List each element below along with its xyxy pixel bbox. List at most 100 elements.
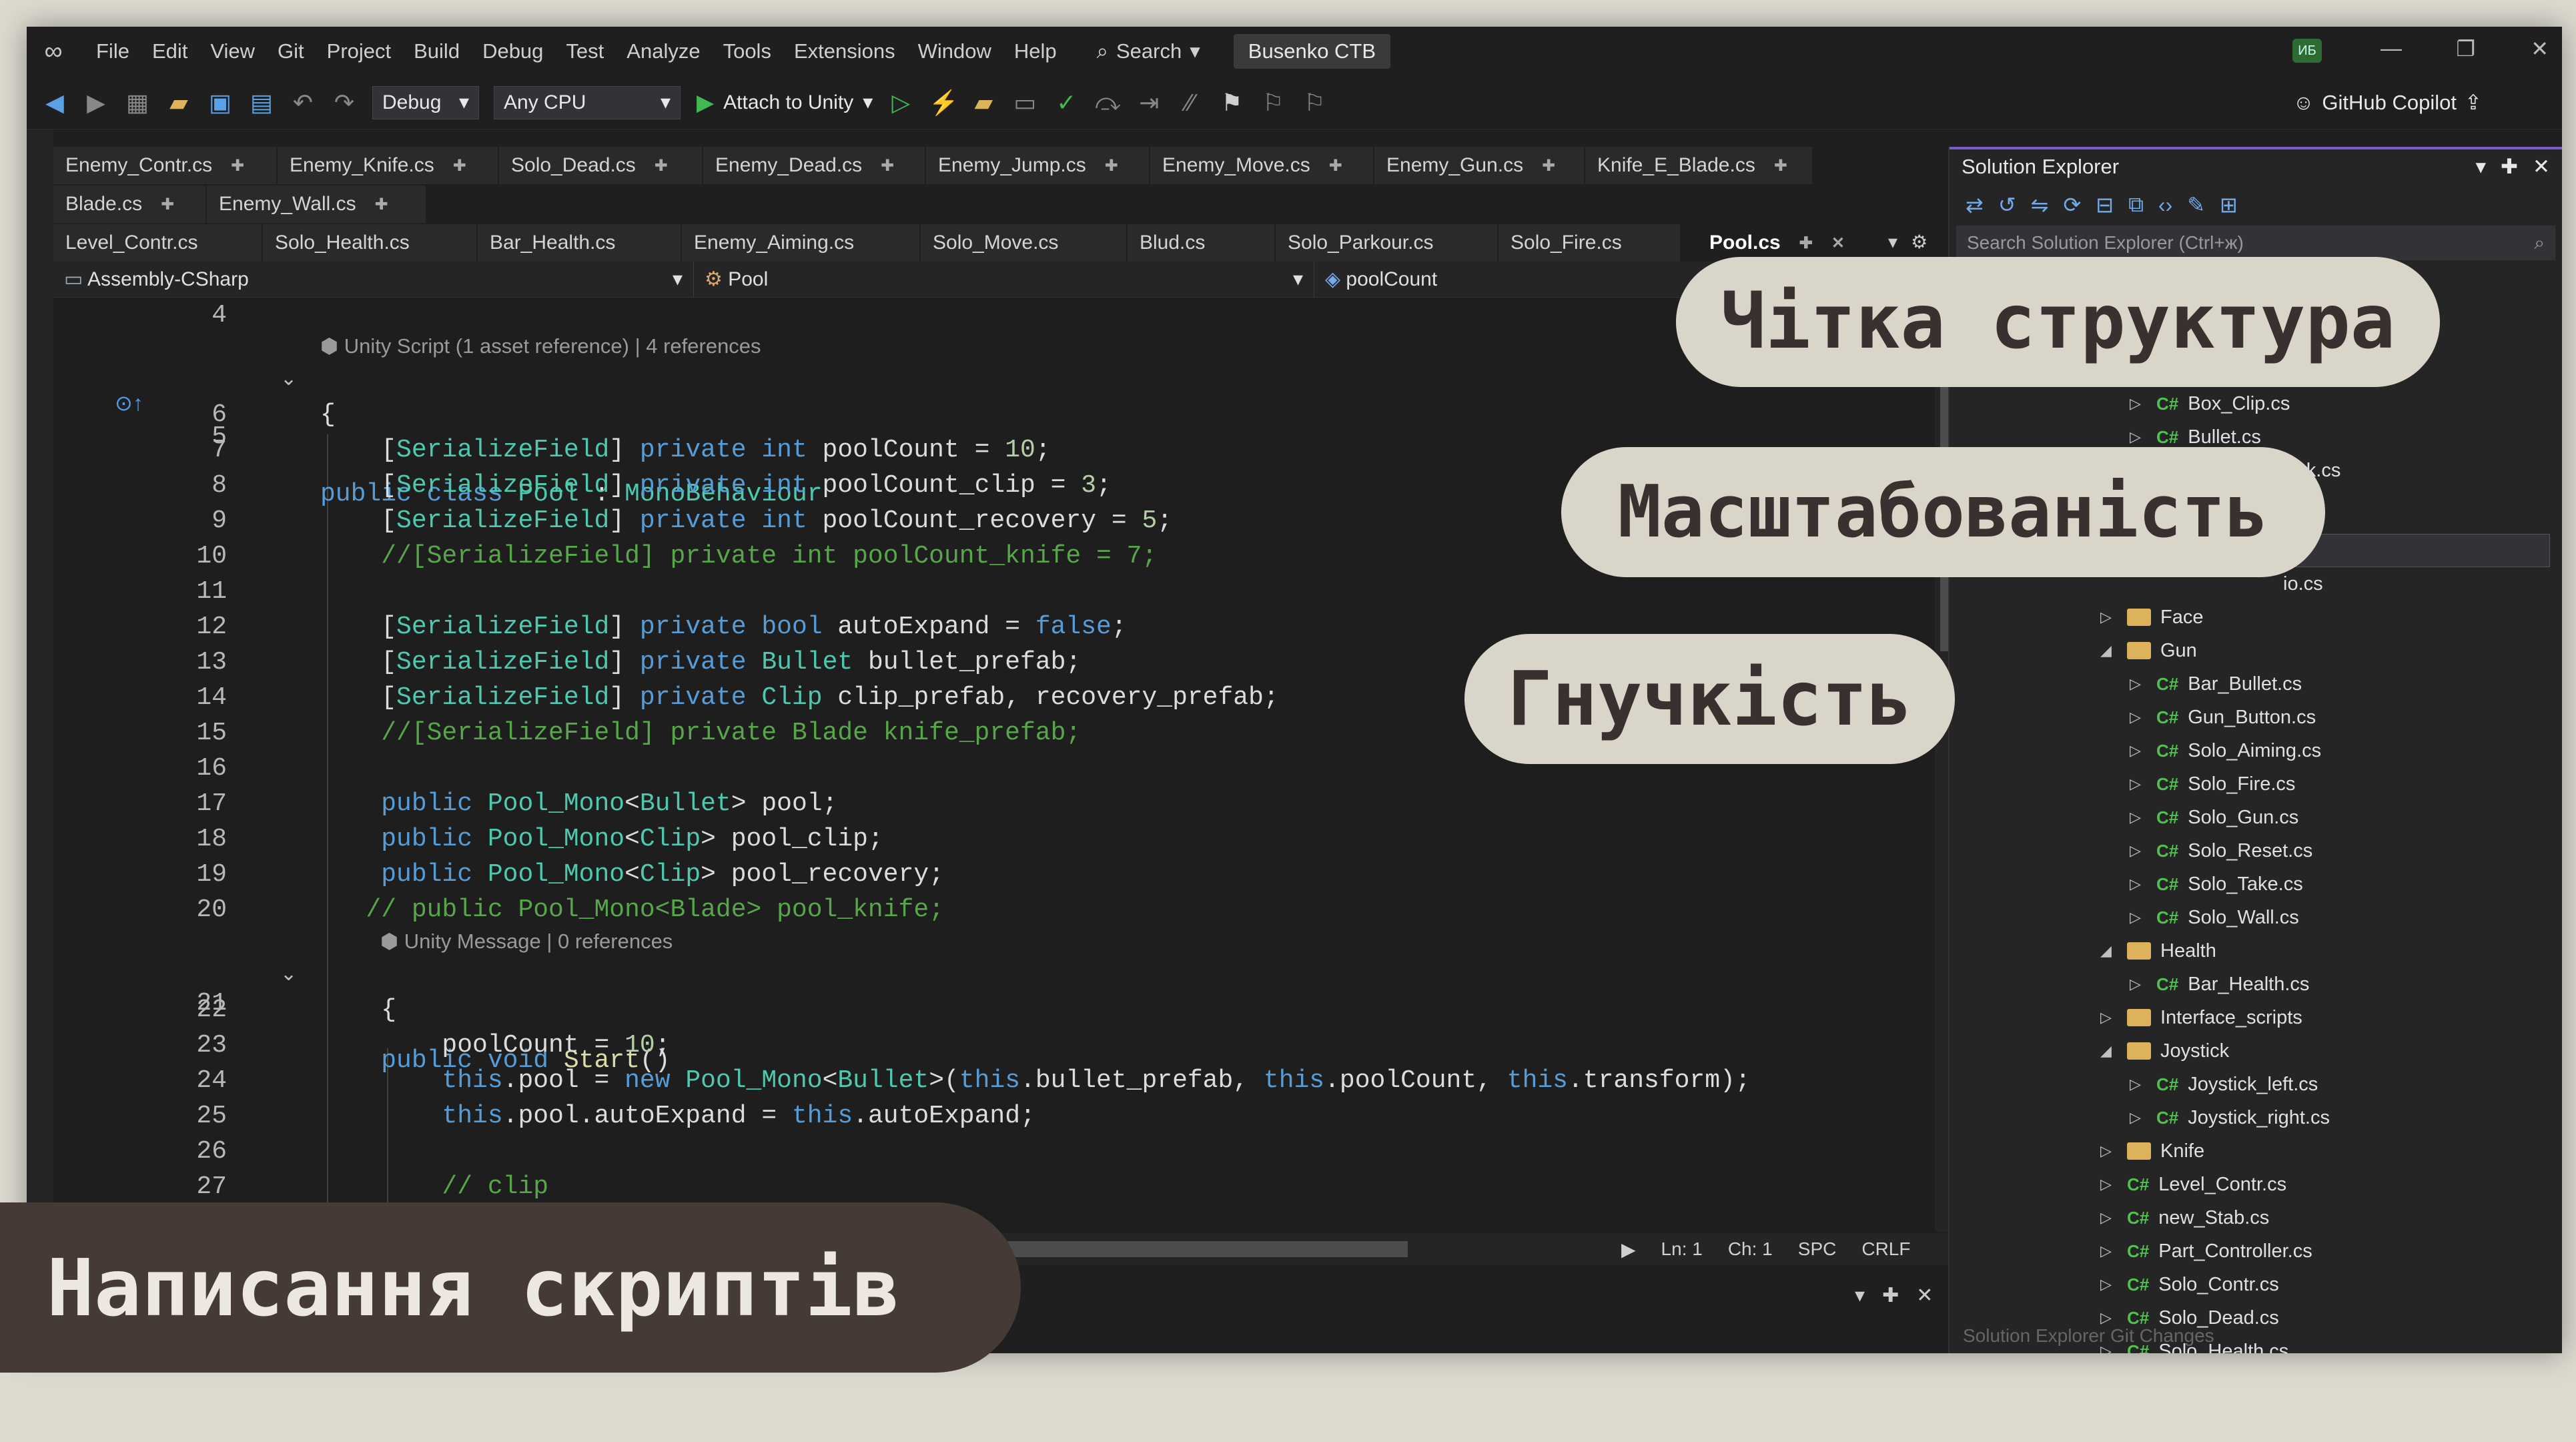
menu-test[interactable]: Test [566,39,604,63]
menu-file[interactable]: File [96,39,129,63]
tab-blud[interactable]: Blud.cs [1128,224,1276,262]
undo-icon[interactable]: ↶ [290,89,316,117]
chevron-down-icon[interactable]: ▾ [1855,1284,1865,1307]
layout-icon[interactable]: ▭ [1011,89,1038,117]
tree-item-file[interactable]: ▷ C# Solo_Wall.cs [2130,901,2299,934]
save-icon[interactable]: ▣ [207,89,234,117]
tab-enemy-aiming[interactable]: Enemy_Aiming.cs [682,224,921,262]
avatar[interactable]: ИБ [2292,39,2322,63]
tree-item-file[interactable]: ▷ C# new_Stab.cs [2100,1201,2269,1234]
expand-icon[interactable]: ▷ [2100,1009,2118,1026]
new-project-icon[interactable]: ▦ [124,89,151,117]
bookmark-icon[interactable]: ⚑ [1218,89,1245,117]
menu-view[interactable]: View [210,39,255,63]
spacing-indicator[interactable]: SPC [1798,1238,1837,1260]
collapse-icon[interactable]: ◢ [2100,942,2118,960]
pin-icon[interactable]: ✚ [2501,155,2518,179]
pin-icon[interactable]: ✚ [1799,234,1813,253]
tab-bar-health[interactable]: Bar_Health.cs [478,224,682,262]
tab-level-contr[interactable]: Level_Contr.cs [53,224,263,262]
tree-item-file[interactable]: ▷ C# Bar_Health.cs [2130,968,2309,1001]
expand-icon[interactable]: ▷ [2130,742,2147,759]
code-view-icon[interactable]: ‹› [2158,193,2172,218]
menu-analyze[interactable]: Analyze [626,39,700,63]
expand-icon[interactable]: ▷ [2100,1309,2118,1327]
tree-item-file[interactable]: ▷ C# Joystick_right.cs [2130,1101,2330,1134]
column-indicator[interactable]: Ch: 1 [1728,1238,1773,1260]
tree-item-file[interactable]: ▷ C# Solo_Aiming.cs [2130,734,2321,767]
configuration-select[interactable]: Debug ▾ [372,85,479,119]
collapse-icon[interactable]: ⌄ [280,962,297,986]
line-ending-indicator[interactable]: CRLF [1861,1238,1910,1260]
pin-icon[interactable]: ✚ [1105,156,1118,175]
close-icon[interactable]: ✕ [1916,1284,1933,1307]
collapse-icon[interactable]: ◢ [2100,642,2118,659]
sync-icon[interactable]: ⇋ [2031,192,2049,218]
tree-item-folder[interactable]: ◢ Joystick [2100,1034,2229,1068]
tab-enemy-jump[interactable]: Enemy_Jump.cs ✚ [926,147,1150,184]
back-icon[interactable]: ◀ [41,89,68,117]
platform-select[interactable]: Any CPU ▾ [494,85,681,119]
expand-icon[interactable]: ▷ [2130,909,2147,926]
history-icon[interactable]: ↺ [1998,192,2016,218]
tree-item-folder[interactable]: ▷ Interface_scripts [2100,1001,2302,1034]
search-box[interactable]: ⌕ Search ▾ [1097,39,1200,64]
close-icon[interactable]: ✕ [2533,155,2550,179]
minimize-icon[interactable]: — [2381,36,2402,61]
tab-blade[interactable]: Blade.cs ✚ [53,186,207,223]
expand-icon[interactable]: ▷ [2130,842,2147,859]
expand-icon[interactable]: ▷ [2130,709,2147,726]
collapse-all-icon[interactable]: ⊟ [2096,192,2114,218]
refresh-icon[interactable]: ⟳ [2063,192,2081,218]
project-dropdown[interactable]: ▭ Assembly-CSharp ▾ [53,261,694,298]
expand-icon[interactable]: ▷ [2100,1209,2118,1226]
solution-folder-icon[interactable]: ▰ [970,89,997,117]
menu-tools[interactable]: Tools [723,39,771,63]
redo-icon[interactable]: ↷ [331,89,358,117]
open-folder-icon[interactable]: ▰ [165,89,192,117]
menu-git[interactable]: Git [278,39,304,63]
bookmark-next-icon[interactable]: ⚐ [1301,89,1328,117]
tree-item-file[interactable]: ▷ C# Solo_Take.cs [2130,867,2303,901]
preview-icon[interactable]: ⊞ [2220,192,2238,218]
tree-item-file[interactable]: ▷ C# Box_Clip.cs [2130,387,2290,420]
tree-item-folder[interactable]: ◢ Gun [2100,634,2197,667]
menu-window[interactable]: Window [918,39,991,63]
menu-help[interactable]: Help [1014,39,1057,63]
start-without-debugging-icon[interactable]: ▷ [887,89,914,117]
codelens-method[interactable]: ⬢ Unity Message | 0 references [380,924,673,959]
spell-check-icon[interactable]: ✓ [1053,89,1080,117]
pin-icon[interactable]: ✚ [881,156,894,175]
expand-icon[interactable]: ▷ [2130,1076,2147,1093]
forward-icon[interactable]: ▶ [83,89,109,117]
menu-debug[interactable]: Debug [482,39,543,63]
expand-icon[interactable]: ▷ [2130,428,2147,446]
tree-item-folder[interactable]: ▷ Knife [2100,1134,2204,1168]
pin-icon[interactable]: ✚ [1774,156,1787,175]
pin-icon[interactable]: ✚ [231,156,244,175]
pin-icon[interactable]: ✚ [453,156,466,175]
tree-item-file[interactable]: ▷ C# Joystick_left.cs [2130,1068,2318,1101]
line-indicator[interactable]: Ln: 1 [1661,1238,1703,1260]
pin-icon[interactable]: ✚ [1882,1284,1899,1307]
save-all-icon[interactable]: ▤ [248,89,275,117]
expand-icon[interactable]: ▷ [2130,809,2147,826]
menu-extensions[interactable]: Extensions [794,39,895,63]
collapse-icon[interactable]: ◢ [2100,1042,2118,1060]
tab-solo-parkour[interactable]: Solo_Parkour.cs [1276,224,1498,262]
show-all-files-icon[interactable]: ⧉ [2128,192,2144,218]
expand-icon[interactable]: ▷ [2100,1242,2118,1260]
properties-icon[interactable]: ✎ [2187,192,2205,218]
pin-icon[interactable]: ✚ [1329,156,1342,175]
tree-item-file[interactable]: ▷ C# Level_Contr.cs [2100,1168,2286,1201]
tree-item-file[interactable]: ▷ C# Solo_Fire.cs [2130,767,2295,801]
switch-views-icon[interactable]: ⇄ [1966,192,1984,218]
pin-icon[interactable]: ✚ [1542,156,1555,175]
menu-build[interactable]: Build [414,39,460,63]
pin-icon[interactable]: ✚ [375,195,388,214]
tab-enemy-wall[interactable]: Enemy_Wall.cs ✚ [207,186,427,223]
tab-enemy-move[interactable]: Enemy_Move.cs ✚ [1150,147,1374,184]
collapse-icon[interactable]: ⌄ [280,367,297,390]
tree-item-file[interactable]: ▷ C# Solo_Reset.cs [2130,834,2312,867]
tree-item-file[interactable]: ▷ C# Part_Controller.cs [2100,1234,2312,1268]
